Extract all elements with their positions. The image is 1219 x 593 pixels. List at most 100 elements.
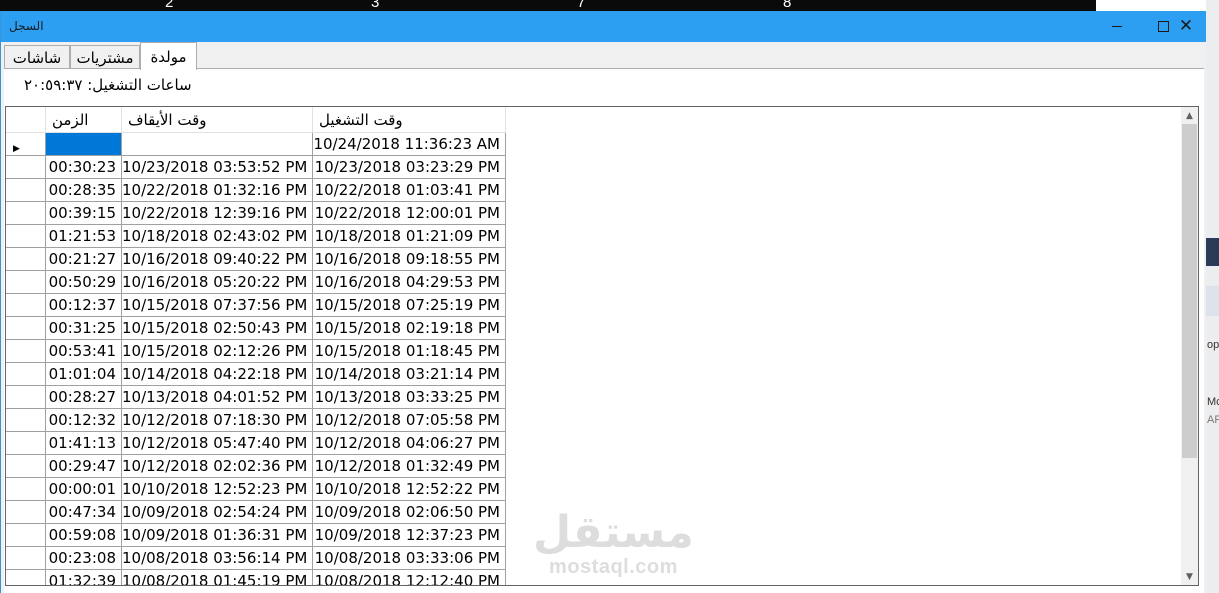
duration-cell[interactable]: 00:29:47 — [46, 455, 122, 478]
stop-time-cell[interactable]: 10/08/2018 03:56:14 PM — [122, 547, 313, 570]
table-row[interactable]: 00:23:08 10/08/2018 03:56:14 PM 10/08/2018… — [6, 547, 506, 570]
row-header[interactable] — [6, 294, 46, 317]
row-header[interactable] — [6, 202, 46, 225]
stop-time-cell[interactable]: 10/16/2018 09:40:22 PM — [122, 248, 313, 271]
table-row[interactable]: 00:50:29 10/16/2018 05:20:22 PM 10/16/2018… — [6, 271, 506, 294]
start-time-cell[interactable]: 10/18/2018 01:21:09 PM — [313, 225, 506, 248]
table-row[interactable]: 00:30:23 10/23/2018 03:53:52 PM 10/23/2018… — [6, 156, 506, 179]
row-header[interactable] — [6, 501, 46, 524]
duration-cell[interactable]: 01:01:04 — [46, 363, 122, 386]
duration-cell[interactable]: 00:28:27 — [46, 386, 122, 409]
duration-cell[interactable]: 00:12:32 — [46, 409, 122, 432]
duration-cell[interactable]: 00:28:35 — [46, 179, 122, 202]
row-header[interactable] — [6, 570, 46, 585]
stop-time-cell[interactable]: 10/12/2018 05:47:40 PM — [122, 432, 313, 455]
row-header[interactable] — [6, 386, 46, 409]
table-row[interactable]: 00:28:35 10/22/2018 01:32:16 PM 10/22/2018… — [6, 179, 506, 202]
duration-cell[interactable] — [46, 133, 122, 156]
stop-time-cell[interactable]: 10/14/2018 04:22:18 PM — [122, 363, 313, 386]
start-time-cell[interactable]: 10/10/2018 12:52:22 PM — [313, 478, 506, 501]
table-row[interactable]: 00:21:27 10/16/2018 09:40:22 PM 10/16/2018… — [6, 248, 506, 271]
stop-time-cell[interactable]: 10/12/2018 07:18:30 PM — [122, 409, 313, 432]
stop-time-cell[interactable]: 10/08/2018 01:45:19 PM — [122, 570, 313, 585]
column-header-duration[interactable]: الزمن — [46, 107, 122, 133]
duration-cell[interactable]: 00:00:01 — [46, 478, 122, 501]
stop-time-cell[interactable]: 10/22/2018 12:39:16 PM — [122, 202, 313, 225]
row-header-corner[interactable] — [6, 107, 46, 133]
duration-cell[interactable]: 00:39:15 — [46, 202, 122, 225]
stop-time-cell[interactable]: 10/12/2018 02:02:36 PM — [122, 455, 313, 478]
close-button[interactable]: ✕ — [1163, 11, 1206, 42]
stop-time-cell[interactable]: 10/16/2018 05:20:22 PM — [122, 271, 313, 294]
column-header-start-time[interactable]: وقت التشغيل — [313, 107, 506, 133]
row-header[interactable]: ▶ — [6, 133, 46, 156]
stop-time-cell[interactable]: 10/09/2018 02:54:24 PM — [122, 501, 313, 524]
scrollbar-thumb[interactable] — [1182, 124, 1197, 458]
row-header[interactable] — [6, 478, 46, 501]
table-row[interactable]: 01:01:04 10/14/2018 04:22:18 PM 10/14/2018… — [6, 363, 506, 386]
start-time-cell[interactable]: 10/12/2018 04:06:27 PM — [313, 432, 506, 455]
row-header[interactable] — [6, 317, 46, 340]
start-time-cell[interactable]: 10/12/2018 07:05:58 PM — [313, 409, 506, 432]
row-header[interactable] — [6, 340, 46, 363]
tab-generator[interactable]: مولدة — [140, 42, 197, 70]
start-time-cell[interactable]: 10/24/2018 11:36:23 AM — [313, 133, 506, 156]
start-time-cell[interactable]: 10/09/2018 12:37:23 PM — [313, 524, 506, 547]
row-header[interactable] — [6, 271, 46, 294]
scroll-up-icon[interactable]: ▲ — [1181, 107, 1198, 124]
start-time-cell[interactable]: 10/13/2018 03:33:25 PM — [313, 386, 506, 409]
stop-time-cell[interactable]: 10/22/2018 01:32:16 PM — [122, 179, 313, 202]
minimize-button[interactable] — [1094, 11, 1140, 42]
table-row[interactable]: 01:32:39 10/08/2018 01:45:19 PM 10/08/2018… — [6, 570, 506, 585]
duration-cell[interactable]: 00:30:23 — [46, 156, 122, 179]
stop-time-cell[interactable]: 10/23/2018 03:53:52 PM — [122, 156, 313, 179]
start-time-cell[interactable]: 10/14/2018 03:21:14 PM — [313, 363, 506, 386]
tab-screens[interactable]: شاشات — [4, 45, 70, 69]
row-header[interactable] — [6, 156, 46, 179]
table-row[interactable]: 00:31:25 10/15/2018 02:50:43 PM 10/15/2018… — [6, 317, 506, 340]
start-time-cell[interactable]: 10/08/2018 03:33:06 PM — [313, 547, 506, 570]
row-header[interactable] — [6, 248, 46, 271]
stop-time-cell[interactable]: 10/09/2018 01:36:31 PM — [122, 524, 313, 547]
scroll-down-icon[interactable]: ▼ — [1181, 568, 1198, 585]
stop-time-cell[interactable]: 10/15/2018 02:12:26 PM — [122, 340, 313, 363]
duration-cell[interactable]: 00:21:27 — [46, 248, 122, 271]
start-time-cell[interactable]: 10/09/2018 02:06:50 PM — [313, 501, 506, 524]
stop-time-cell[interactable]: 10/18/2018 02:43:02 PM — [122, 225, 313, 248]
table-row[interactable]: 01:41:13 10/12/2018 05:47:40 PM 10/12/2018… — [6, 432, 506, 455]
duration-cell[interactable]: 00:59:08 — [46, 524, 122, 547]
table-row[interactable]: 00:28:27 10/13/2018 04:01:52 PM 10/13/2018… — [6, 386, 506, 409]
table-row[interactable]: 00:39:15 10/22/2018 12:39:16 PM 10/22/2018… — [6, 202, 506, 225]
start-time-cell[interactable]: 10/22/2018 01:03:41 PM — [313, 179, 506, 202]
stop-time-cell[interactable]: 10/15/2018 07:37:56 PM — [122, 294, 313, 317]
stop-time-cell[interactable]: 10/10/2018 12:52:23 PM — [122, 478, 313, 501]
column-header-stop-time[interactable]: وقت الأيقاف — [122, 107, 313, 133]
table-row[interactable]: 00:53:41 10/15/2018 02:12:26 PM 10/15/2018… — [6, 340, 506, 363]
start-time-cell[interactable]: 10/16/2018 04:29:53 PM — [313, 271, 506, 294]
row-header[interactable] — [6, 524, 46, 547]
duration-cell[interactable]: 00:47:34 — [46, 501, 122, 524]
duration-cell[interactable]: 00:50:29 — [46, 271, 122, 294]
row-header[interactable] — [6, 179, 46, 202]
vertical-scrollbar[interactable]: ▲ ▼ — [1181, 107, 1198, 585]
duration-cell[interactable]: 00:12:37 — [46, 294, 122, 317]
duration-cell[interactable]: 01:32:39 — [46, 570, 122, 585]
row-header[interactable] — [6, 363, 46, 386]
duration-cell[interactable]: 00:31:25 — [46, 317, 122, 340]
stop-time-cell[interactable]: 10/15/2018 02:50:43 PM — [122, 317, 313, 340]
stop-time-cell[interactable]: 10/13/2018 04:01:52 PM — [122, 386, 313, 409]
start-time-cell[interactable]: 10/16/2018 09:18:55 PM — [313, 248, 506, 271]
start-time-cell[interactable]: 10/12/2018 01:32:49 PM — [313, 455, 506, 478]
start-time-cell[interactable]: 10/23/2018 03:23:29 PM — [313, 156, 506, 179]
duration-cell[interactable]: 00:23:08 — [46, 547, 122, 570]
title-bar[interactable]: السجل ✕ — [1, 11, 1206, 42]
duration-cell[interactable]: 00:53:41 — [46, 340, 122, 363]
table-row[interactable]: 00:47:34 10/09/2018 02:54:24 PM 10/09/2018… — [6, 501, 506, 524]
table-row[interactable]: 00:29:47 10/12/2018 02:02:36 PM 10/12/2018… — [6, 455, 506, 478]
start-time-cell[interactable]: 10/15/2018 01:18:45 PM — [313, 340, 506, 363]
stop-time-cell[interactable] — [122, 133, 313, 156]
row-header[interactable] — [6, 225, 46, 248]
duration-cell[interactable]: 01:21:53 — [46, 225, 122, 248]
table-row[interactable]: 00:59:08 10/09/2018 01:36:31 PM 10/09/2018… — [6, 524, 506, 547]
tab-purchases[interactable]: مشتريات — [70, 45, 140, 69]
